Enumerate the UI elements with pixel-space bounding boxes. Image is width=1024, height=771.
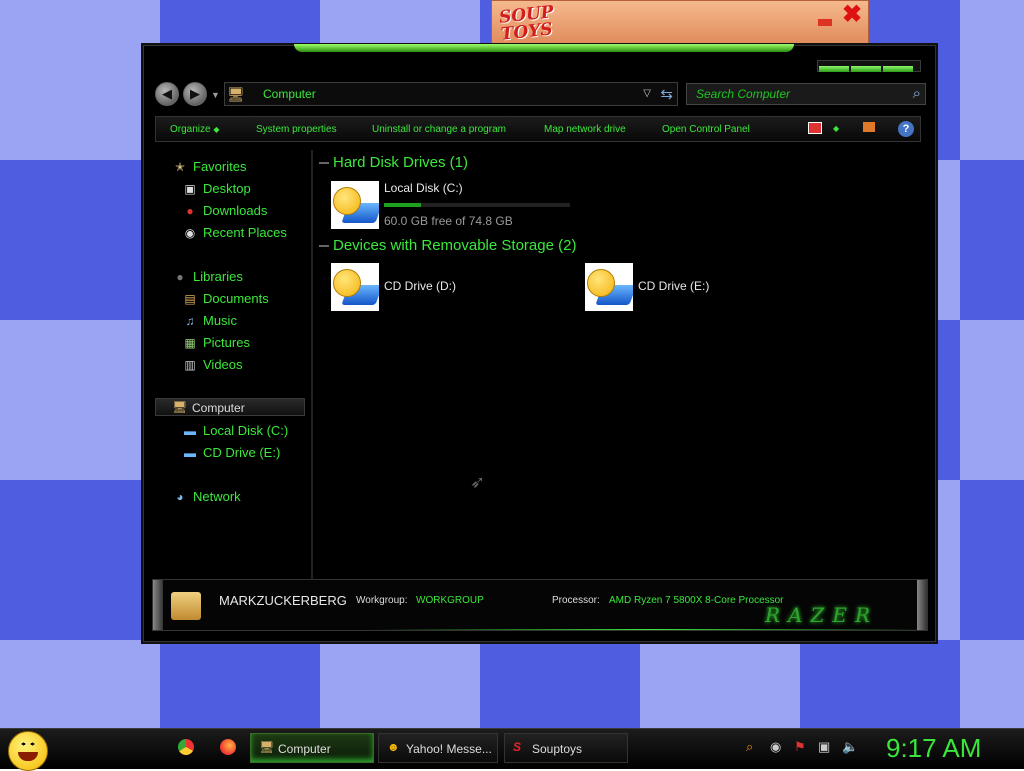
map-network-drive-button[interactable]: Map network drive	[544, 124, 626, 135]
address-bar[interactable]: 🖥 Computer ▽ ⇆	[224, 82, 678, 106]
close-button[interactable]	[883, 66, 913, 72]
nav-libraries[interactable]: ● Libraries	[172, 269, 242, 284]
recent-pages-dropdown[interactable]: ▼	[211, 90, 220, 100]
star-icon: ✭	[174, 160, 186, 174]
uninstall-program-button[interactable]: Uninstall or change a program	[372, 124, 506, 135]
dropdown-dot-icon: ◆	[213, 125, 220, 134]
drive-usage-bar	[384, 203, 570, 207]
drive-name: CD Drive (E:)	[638, 279, 710, 293]
search-icon[interactable]: ⌕	[746, 739, 753, 755]
system-properties-button[interactable]: System properties	[256, 124, 337, 135]
pictures-icon: ▦	[184, 336, 196, 350]
nav-music[interactable]: ♫ Music	[182, 313, 237, 328]
nav-recent-places[interactable]: ◉ Recent Places	[182, 225, 287, 240]
minimize-icon[interactable]	[818, 19, 832, 26]
souptoys-widget[interactable]: SOUP TOYS ✖	[491, 0, 869, 46]
taskbar-item-computer[interactable]: 🖥 Computer	[250, 733, 374, 763]
back-button[interactable]: ◀	[155, 82, 179, 106]
chevron-down-icon[interactable]: ▽	[643, 88, 651, 99]
nav-cd-drive-e[interactable]: ▬ CD Drive (E:)	[182, 445, 280, 460]
command-bar: Organize ◆ System properties Uninstall o…	[155, 116, 921, 142]
nav-network[interactable]: ◕ Network	[172, 489, 240, 504]
nav-computer[interactable]: 🖥 Computer	[155, 398, 305, 416]
firefox-icon[interactable]	[220, 739, 236, 755]
close-icon[interactable]: ✖	[842, 3, 862, 27]
preview-pane-icon[interactable]	[863, 122, 875, 132]
nav-pictures[interactable]: ▦ Pictures	[182, 335, 250, 350]
view-dropdown-icon[interactable]: ◆	[833, 123, 839, 134]
workgroup-label: Workgroup:	[356, 595, 408, 606]
taskbar: 🖥 Computer ☻ Yahoo! Messe... S Souptoys ⌕ ◉…	[0, 728, 1024, 771]
start-button[interactable]	[8, 731, 48, 771]
drive-name: Local Disk (C:)	[384, 181, 463, 195]
computer-name: MARKZUCKERBERG	[219, 593, 347, 608]
search-icon[interactable]: ⌕	[913, 85, 921, 102]
taskbar-item-souptoys[interactable]: S Souptoys	[504, 733, 628, 763]
network-tray-icon[interactable]: ▣	[818, 739, 830, 755]
cd-drive-icon: ▬	[184, 446, 196, 460]
explorer-window: ◀ ▶ ▼ 🖥 Computer ▽ ⇆ Search Computer ⌕ O…	[143, 44, 936, 642]
drive-icon	[331, 181, 379, 229]
drive-free-space: 60.0 GB free of 74.8 GB	[384, 214, 513, 228]
network-icon: ◕	[176, 490, 184, 504]
souptoys-icon: S	[513, 740, 522, 754]
drive-icon: ▬	[184, 424, 196, 438]
computer-icon: 🖥	[172, 400, 188, 414]
libraries-icon: ●	[176, 270, 184, 284]
razer-logo: RAZER	[765, 603, 879, 627]
processor-label: Processor:	[552, 595, 600, 606]
open-control-panel-button[interactable]: Open Control Panel	[662, 124, 750, 135]
mouse-cursor-icon: ➶	[470, 472, 486, 492]
group-header-hard-disk-drives[interactable]: Hard Disk Drives (1)	[319, 154, 468, 171]
downloads-icon: ●	[186, 204, 194, 218]
action-center-flag-icon[interactable]: ⚑	[794, 739, 806, 755]
window-controls[interactable]	[817, 60, 921, 72]
address-text: Computer	[263, 87, 316, 101]
minimize-button[interactable]	[819, 66, 849, 72]
nav-local-disk[interactable]: ▬ Local Disk (C:)	[182, 423, 288, 438]
organize-button[interactable]: Organize ◆	[170, 124, 220, 135]
souptoys-logo: SOUP TOYS	[498, 2, 555, 45]
documents-icon: ▤	[184, 292, 196, 306]
nav-videos[interactable]: ▥ Videos	[182, 357, 242, 372]
workgroup-value: WORKGROUP	[416, 595, 484, 606]
cd-drive-icon	[585, 263, 633, 311]
search-input[interactable]: Search Computer ⌕	[686, 83, 926, 105]
pane-divider[interactable]	[311, 150, 313, 580]
help-icon[interactable]: ?	[898, 121, 914, 137]
recent-places-icon: ◉	[184, 226, 196, 240]
messenger-tray-icon[interactable]: ◉	[770, 739, 781, 755]
search-placeholder: Search Computer	[696, 87, 791, 101]
title-glow-bar	[294, 44, 794, 52]
group-header-removable-storage[interactable]: Devices with Removable Storage (2)	[319, 237, 576, 254]
view-options-icon[interactable]	[808, 122, 822, 134]
navigation-pane: ✭ Favorites ▣ Desktop ● Downloads ◉ Recent P…	[155, 150, 310, 580]
videos-icon: ▥	[184, 358, 196, 372]
nav-downloads[interactable]: ● Downloads	[182, 203, 267, 218]
chrome-icon[interactable]	[178, 739, 194, 755]
music-icon: ♫	[185, 314, 195, 328]
nav-desktop[interactable]: ▣ Desktop	[182, 181, 250, 196]
clock[interactable]: 9:17 AM	[886, 733, 981, 764]
computer-icon	[171, 592, 201, 620]
drive-name: CD Drive (D:)	[384, 279, 456, 293]
nav-favorites[interactable]: ✭ Favorites	[172, 159, 247, 174]
forward-button[interactable]: ▶	[183, 82, 207, 106]
processor-value: AMD Ryzen 7 5800X 8-Core Processor	[609, 595, 784, 606]
yahoo-messenger-icon: ☻	[387, 740, 400, 754]
refresh-icon[interactable]: ⇆	[660, 85, 673, 103]
computer-icon: 🖥	[259, 740, 275, 754]
desktop-icon: ▣	[184, 182, 196, 196]
maximize-button[interactable]	[851, 66, 881, 72]
details-pane: MARKZUCKERBERG Workgroup: WORKGROUP Proc…	[152, 579, 929, 631]
volume-icon[interactable]: 🔈	[842, 739, 858, 755]
taskbar-item-yahoo-messenger[interactable]: ☻ Yahoo! Messe...	[378, 733, 498, 763]
computer-icon: 🖥	[227, 86, 245, 102]
nav-documents[interactable]: ▤ Documents	[182, 291, 268, 306]
cd-drive-icon	[331, 263, 379, 311]
